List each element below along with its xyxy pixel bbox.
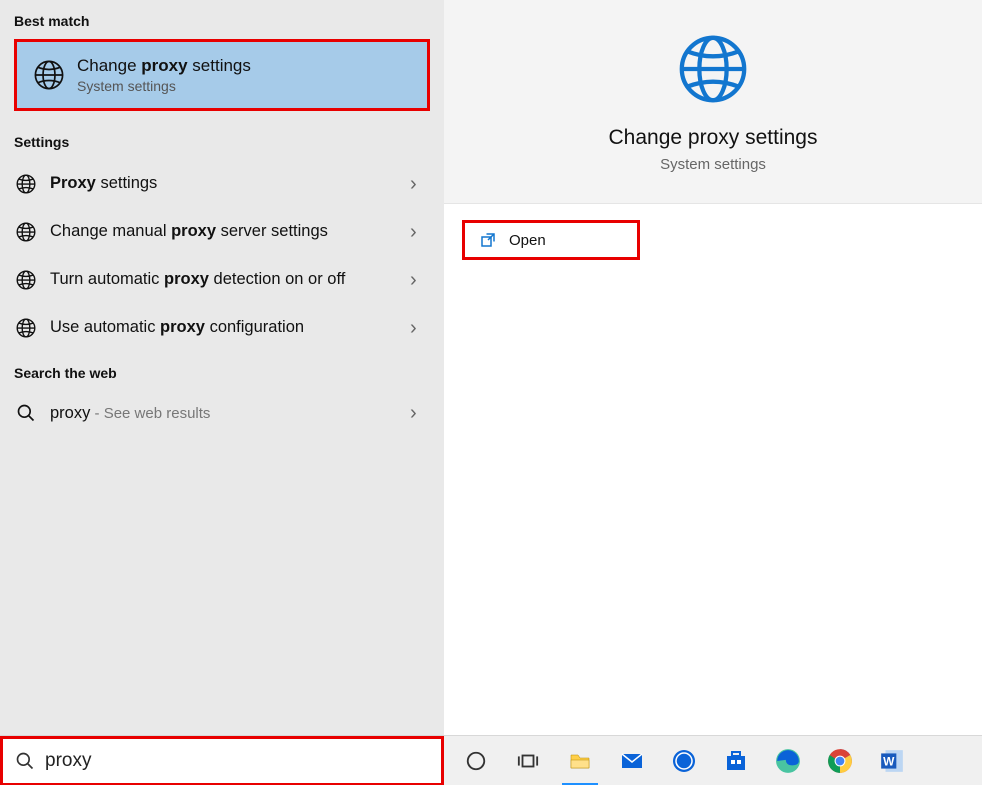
text-bold: proxy	[160, 318, 205, 336]
search-icon	[14, 401, 38, 425]
settings-item-label: Turn automatic proxy detection on or off	[50, 269, 410, 290]
text-part: Change manual	[50, 222, 171, 240]
group-header-best-match: Best match	[0, 0, 444, 39]
taskbar-search-box[interactable]	[0, 736, 444, 785]
globe-icon	[14, 268, 38, 292]
open-external-icon	[479, 231, 497, 249]
chevron-right-icon: ›	[410, 269, 424, 292]
chevron-right-icon: ›	[410, 221, 424, 244]
best-match-subtitle: System settings	[77, 78, 251, 94]
settings-item-auto-config[interactable]: Use automatic proxy configuration ›	[0, 304, 444, 352]
settings-list: Proxy settings › Change manual proxy ser…	[0, 160, 444, 352]
globe-icon	[14, 172, 38, 196]
text-part: detection on or off	[209, 270, 345, 288]
taskbar-word[interactable]: W	[866, 736, 918, 785]
group-header-settings: Settings	[0, 121, 444, 160]
text-part: Change	[77, 56, 141, 75]
text-bold: proxy	[164, 270, 209, 288]
taskbar: W	[0, 735, 982, 785]
globe-large-icon	[673, 30, 753, 108]
taskbar-taskview[interactable]	[502, 736, 554, 785]
globe-icon	[14, 220, 38, 244]
detail-title: Change proxy settings	[444, 126, 982, 150]
globe-icon	[14, 316, 38, 340]
group-header-web: Search the web	[0, 352, 444, 391]
settings-item-manual-proxy[interactable]: Change manual proxy server settings ›	[0, 208, 444, 256]
main-area: Best match Change proxy settings S	[0, 0, 982, 735]
detail-pane: Change proxy settings System settings Op…	[444, 0, 982, 735]
taskbar-store[interactable]	[710, 736, 762, 785]
taskbar-edge[interactable]	[762, 736, 814, 785]
text-part: Use automatic	[50, 318, 160, 336]
search-icon	[15, 751, 35, 771]
text-part: server settings	[216, 222, 328, 240]
taskbar-dell[interactable]	[658, 736, 710, 785]
taskbar-cortana[interactable]	[450, 736, 502, 785]
settings-item-proxy-settings[interactable]: Proxy settings ›	[0, 160, 444, 208]
chevron-right-icon: ›	[410, 317, 424, 340]
svg-text:W: W	[883, 754, 895, 768]
best-match-text: Change proxy settings System settings	[77, 56, 251, 94]
text-part: settings	[96, 174, 157, 192]
globe-icon	[31, 57, 67, 93]
chevron-right-icon: ›	[410, 173, 424, 196]
settings-item-label: Use automatic proxy configuration	[50, 317, 410, 338]
taskbar-chrome[interactable]	[814, 736, 866, 785]
settings-item-label: Proxy settings	[50, 173, 410, 194]
best-match-title: Change proxy settings	[77, 56, 251, 76]
text-bold: proxy	[141, 56, 187, 75]
web-result[interactable]: proxy - See web results ›	[0, 391, 444, 435]
chevron-right-icon: ›	[410, 402, 424, 425]
text-part: configuration	[205, 318, 304, 336]
taskbar-file-explorer[interactable]	[554, 736, 606, 785]
detail-actions: Open	[444, 204, 982, 276]
open-action[interactable]: Open	[462, 220, 640, 260]
windows-search-panel: Best match Change proxy settings S	[0, 0, 982, 785]
settings-item-auto-detection[interactable]: Turn automatic proxy detection on or off…	[0, 256, 444, 304]
text-bold: Proxy	[50, 174, 96, 192]
web-result-text: proxy - See web results	[50, 404, 410, 423]
text-bold: proxy	[171, 222, 216, 240]
text-part: proxy	[50, 404, 90, 422]
search-results-pane: Best match Change proxy settings S	[0, 0, 444, 735]
text-sub: - See web results	[90, 405, 210, 422]
text-part: settings	[188, 56, 251, 75]
text-part: Turn automatic	[50, 270, 164, 288]
open-action-label: Open	[509, 232, 546, 249]
taskbar-icons: W	[444, 736, 982, 785]
detail-card: Change proxy settings System settings	[444, 0, 982, 204]
settings-item-label: Change manual proxy server settings	[50, 221, 410, 242]
best-match-result[interactable]: Change proxy settings System settings	[14, 39, 430, 111]
taskbar-mail[interactable]	[606, 736, 658, 785]
search-input[interactable]	[45, 750, 429, 772]
detail-subtitle: System settings	[444, 156, 982, 173]
